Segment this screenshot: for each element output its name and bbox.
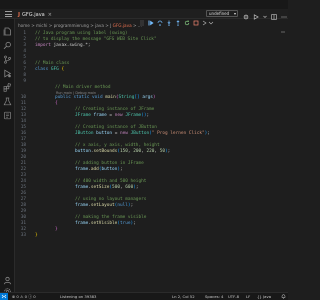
- method-name: setSize: [90, 185, 110, 190]
- chevron-down-icon: ▾: [233, 11, 236, 16]
- step-over-icon[interactable]: [157, 11, 163, 26]
- method-name: setBounds: [93, 149, 118, 154]
- method-name: main: [105, 95, 116, 100]
- java-server-status[interactable]: Listening on 39383: [60, 294, 96, 300]
- extensions-icon[interactable]: [3, 77, 12, 92]
- activity-bar: [0, 19, 15, 295]
- chevron-down-icon[interactable]: [263, 5, 267, 24]
- problems-status[interactable]: ⊗ 0 ⚠ 0 ⓘ 0: [12, 294, 36, 300]
- editor-actions: [243, 10, 287, 20]
- breadcrumb-file: GFG.java: [112, 23, 132, 28]
- drag-handle-icon[interactable]: [139, 11, 145, 26]
- braces-icon: {}: [257, 294, 262, 299]
- menu-icon[interactable]: [5, 11, 12, 17]
- settings-gear-icon[interactable]: [243, 5, 249, 24]
- breadcrumb[interactable]: home > michi > programmierung > java > J…: [18, 23, 142, 30]
- continue-icon[interactable]: [148, 11, 154, 26]
- class-name: GFG: [50, 67, 59, 72]
- tab-gfg-java[interactable]: J GFG.java ×: [18, 10, 52, 19]
- tab-bar: J GFG.java × undefined ▾: [0, 9, 288, 26]
- manage-gear-icon[interactable]: [3, 281, 12, 295]
- source-control-icon[interactable]: [3, 49, 12, 64]
- breadcrumb-tail: > ...: [131, 23, 142, 28]
- more-actions-icon[interactable]: [281, 5, 287, 24]
- indentation-status[interactable]: Spaces: 4: [205, 294, 223, 300]
- keyword: import: [35, 43, 51, 48]
- step-out-icon[interactable]: [175, 11, 181, 26]
- breadcrumb-path: home > michi > programmierung > java > J: [18, 23, 113, 28]
- parameter: args: [142, 95, 153, 100]
- status-bar: ⊗ 0 ⚠ 0 ⓘ 0 Listening on 39383 Ln 2, Col…: [0, 292, 288, 300]
- variable: frame: [75, 203, 89, 208]
- number-literal: 200: [133, 149, 142, 154]
- cursor-position[interactable]: Ln 2, Col 52: [172, 294, 195, 300]
- tab-label: GFG.java: [22, 11, 45, 18]
- accounts-icon[interactable]: [3, 270, 12, 285]
- method-name: add: [90, 167, 99, 172]
- variable: button: [96, 131, 113, 136]
- split-editor-icon[interactable]: [271, 5, 277, 24]
- variable: frame: [75, 221, 89, 226]
- keyword: class: [35, 67, 49, 72]
- type-name: String: [118, 95, 135, 100]
- argument: button: [101, 167, 118, 172]
- launch-config-select[interactable]: undefined ▾: [206, 10, 238, 17]
- language-label: Java: [263, 294, 272, 299]
- step-into-icon[interactable]: [166, 11, 172, 26]
- import-path: javax.swing.*;: [50, 43, 91, 48]
- java-file-icon: J: [18, 11, 21, 18]
- remote-indicator[interactable]: [0, 293, 8, 300]
- variable: frame: [93, 113, 107, 118]
- constructor: JButton: [130, 131, 150, 136]
- editor-scrollbar[interactable]: [280, 31, 286, 292]
- keyword: null: [117, 203, 128, 208]
- keyword: new: [120, 131, 128, 136]
- keyword: new: [114, 113, 123, 118]
- testing-beaker-icon[interactable]: [3, 91, 12, 106]
- string-literal: " Prog lernen Click": [151, 131, 205, 136]
- eol-status[interactable]: LF: [246, 294, 250, 300]
- keyword: public static void: [55, 95, 103, 100]
- search-icon[interactable]: [3, 35, 12, 50]
- run-icon[interactable]: [253, 5, 259, 24]
- type-name: JButton: [75, 131, 94, 136]
- type-name: JFrame: [75, 113, 91, 118]
- restart-icon[interactable]: [184, 11, 190, 26]
- method-name: setLayout: [90, 203, 115, 208]
- java-projects-icon[interactable]: [3, 105, 12, 120]
- constructor: JFrame: [125, 113, 142, 118]
- variable: button: [75, 149, 91, 154]
- close-icon[interactable]: ×: [48, 12, 52, 18]
- stop-icon[interactable]: [193, 11, 199, 26]
- code-editor[interactable]: 1 2 3 4 5 6 7 8 9 10 11 12 13 14 15 16 17 18 19 20 21 22 23 24 2…: [15, 31, 275, 292]
- language-mode[interactable]: {} Java: [257, 294, 271, 300]
- keyword: true: [119, 221, 131, 226]
- launch-config-label: undefined: [209, 11, 230, 16]
- number-literal: 150: [119, 149, 128, 154]
- notifications-bell-icon[interactable]: [281, 294, 286, 300]
- brace: }: [35, 233, 38, 238]
- number-literal: 500: [112, 185, 120, 190]
- encoding-status[interactable]: UTF-8: [228, 294, 239, 300]
- debug-toolbar: [139, 10, 214, 26]
- variable: frame: [75, 167, 89, 172]
- method-name: setVisible: [90, 221, 118, 226]
- explorer-files-icon[interactable]: [3, 21, 12, 36]
- brace: {: [61, 67, 65, 72]
- variable: frame: [75, 185, 89, 190]
- run-and-debug-icon[interactable]: [3, 63, 12, 78]
